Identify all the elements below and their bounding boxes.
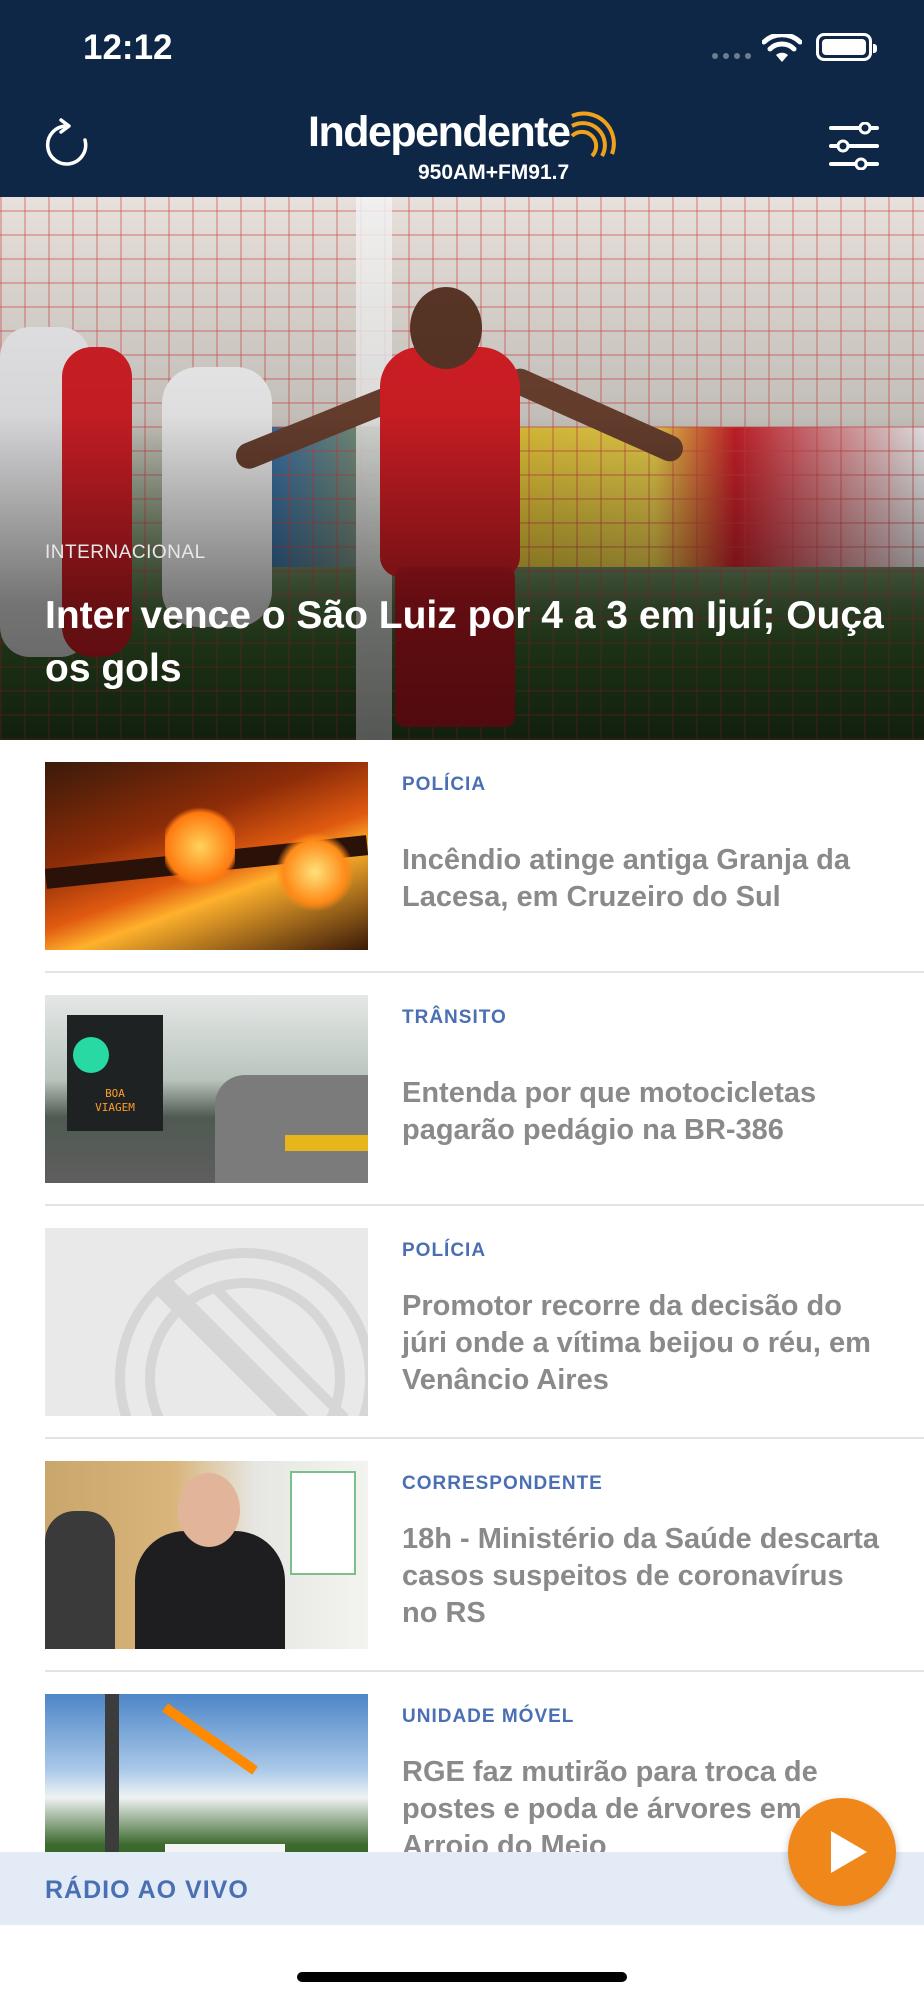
station-logo: Independente 950AM+FM91.7 (308, 108, 628, 190)
refresh-icon[interactable] (42, 118, 92, 170)
wifi-icon (762, 34, 802, 62)
sliders-menu-icon[interactable] (829, 122, 879, 170)
news-item[interactable]: POLÍCIA Incêndio atinge antiga Granja da… (0, 740, 924, 973)
news-thumbnail (45, 762, 368, 950)
live-radio-bar[interactable]: RÁDIO AO VIVO (0, 1852, 924, 1925)
news-thumbnail: BOA VIAGEM (45, 995, 368, 1183)
news-category: POLÍCIA (402, 1240, 487, 1261)
news-category: POLÍCIA (402, 774, 487, 795)
app-header: 12:12 Independente 950AM+FM91.7 (0, 0, 924, 197)
news-item[interactable]: CORRESPONDENTE 18h - Ministério da Saúde… (0, 1439, 924, 1672)
featured-category: INTERNACIONAL (45, 542, 206, 563)
logo-frequencies: 950AM+FM91.7 (418, 161, 570, 184)
play-icon (831, 1831, 867, 1873)
battery-icon (816, 33, 877, 61)
news-category: UNIDADE MÓVEL (402, 1706, 575, 1727)
news-item[interactable]: POLÍCIA Promotor recorre da decisão do j… (0, 1206, 924, 1439)
logo-name: Independente (308, 108, 571, 156)
play-button[interactable] (788, 1798, 896, 1906)
toll-sign-text: BOA VIAGEM (95, 1087, 135, 1114)
news-title[interactable]: Promotor recorre da decisão do júri onde… (402, 1288, 882, 1399)
featured-title[interactable]: Inter vence o São Luiz por 4 a 3 em Ijuí… (45, 589, 895, 695)
featured-story[interactable]: INTERNACIONAL Inter vence o São Luiz por… (0, 197, 924, 740)
news-title[interactable]: Entenda por que motocicletas pagarão ped… (402, 1075, 882, 1149)
news-category: TRÂNSITO (402, 1007, 507, 1028)
news-item[interactable]: BOA VIAGEM TRÂNSITO Entenda por que moto… (0, 973, 924, 1206)
placeholder-logo-icon (45, 1228, 368, 1416)
live-radio-label: RÁDIO AO VIVO (45, 1876, 249, 1904)
broadcast-waves-icon (570, 111, 616, 158)
status-time: 12:12 (83, 28, 173, 67)
news-thumbnail (45, 1461, 368, 1649)
cellular-signal-icon (712, 53, 751, 59)
news-title[interactable]: 18h - Ministério da Saúde descarta casos… (402, 1521, 882, 1632)
news-category: CORRESPONDENTE (402, 1473, 603, 1494)
news-title[interactable]: Incêndio atinge antiga Granja da Lacesa,… (402, 842, 882, 916)
home-indicator (297, 1972, 627, 1982)
